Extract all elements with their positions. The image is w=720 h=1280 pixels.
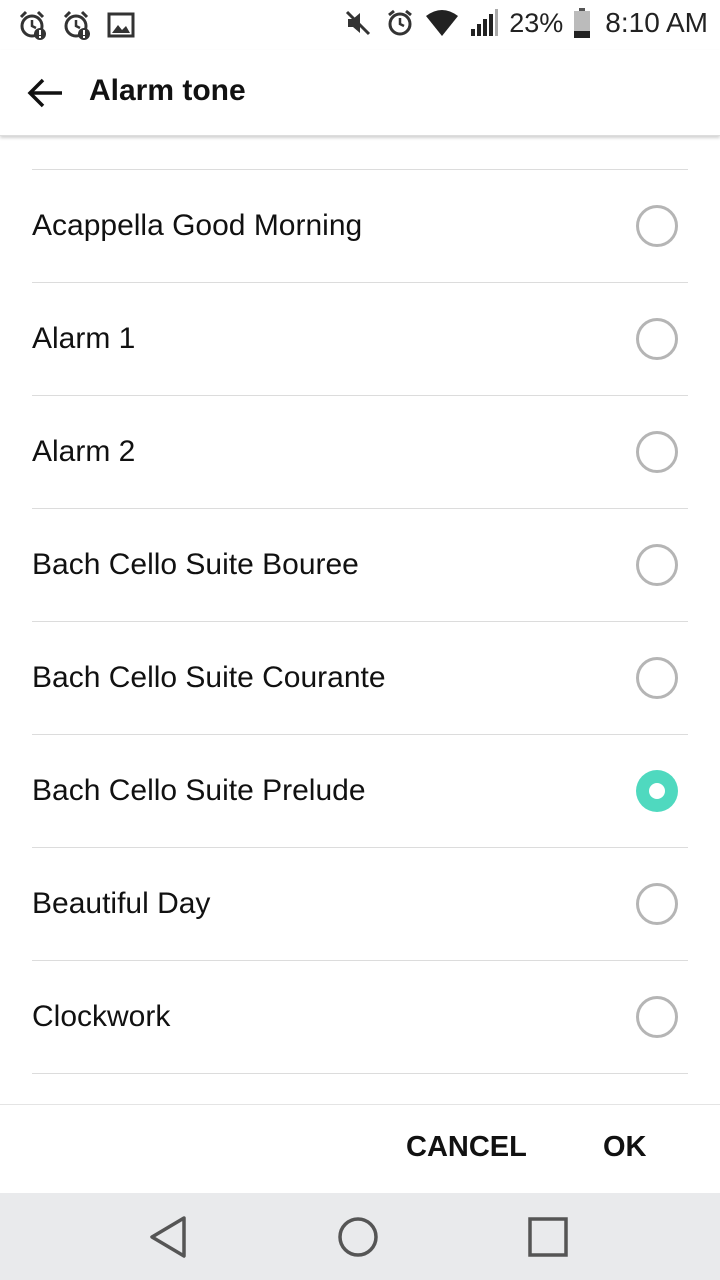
- tone-label: Bach Cello Suite Bouree: [32, 548, 359, 581]
- back-arrow-icon[interactable]: [22, 70, 68, 116]
- list-item[interactable]: Alarm 1: [32, 283, 688, 396]
- radio-button[interactable]: [636, 996, 678, 1038]
- tone-label: Alarm 1: [32, 322, 136, 355]
- page-title: Alarm tone: [89, 74, 246, 107]
- alarm-icon: [383, 6, 417, 40]
- battery-icon: [571, 6, 593, 40]
- cancel-button[interactable]: CANCEL: [406, 1131, 527, 1164]
- status-bar: 23% 8:10 AM: [0, 0, 720, 50]
- radio-button[interactable]: [636, 318, 678, 360]
- signal-icon: [467, 6, 501, 40]
- wifi-icon: [425, 6, 459, 40]
- list-item[interactable]: Bach Cello Suite Courante: [32, 622, 688, 735]
- list-item[interactable]: Bach Cello Suite Prelude: [32, 735, 688, 848]
- app-bar: Alarm tone: [0, 50, 720, 136]
- radio-button[interactable]: [636, 883, 678, 925]
- mute-icon: [341, 6, 375, 40]
- alarm-alert-icon: [60, 8, 94, 42]
- list-item[interactable]: Alarm 2: [32, 396, 688, 509]
- tone-label: Acappella Good Morning: [32, 209, 363, 242]
- list-item[interactable]: Clockwork: [32, 961, 688, 1074]
- system-icons: 23% 8:10 AM: [341, 6, 708, 40]
- clock: 8:10 AM: [605, 7, 708, 38]
- radio-button[interactable]: [636, 431, 678, 473]
- radio-button[interactable]: [636, 657, 678, 699]
- alarm-alert-icon: [16, 8, 50, 42]
- tone-label: Alarm 2: [32, 435, 136, 468]
- image-icon: [104, 8, 138, 42]
- nav-recent-apps-icon[interactable]: [523, 1212, 573, 1262]
- list-item[interactable]: Beautiful Day: [32, 848, 688, 961]
- list-item[interactable]: Bach Cello Suite Bouree: [32, 509, 688, 622]
- tone-label: Bach Cello Suite Prelude: [32, 774, 366, 807]
- list-item[interactable]: Acappella Good Morning: [32, 170, 688, 283]
- tone-label: Clockwork: [32, 1000, 171, 1033]
- ok-button[interactable]: OK: [603, 1131, 647, 1164]
- radio-button[interactable]: [636, 544, 678, 586]
- radio-button[interactable]: [636, 205, 678, 247]
- nav-home-icon[interactable]: [333, 1212, 383, 1262]
- alarm-tone-list[interactable]: Acappella Good Morning Alarm 1 Alarm 2 B…: [0, 136, 720, 1104]
- tone-label: Bach Cello Suite Courante: [32, 661, 386, 694]
- nav-back-icon[interactable]: [143, 1212, 193, 1262]
- radio-button-selected[interactable]: [636, 770, 678, 812]
- battery-percent: 23%: [509, 7, 564, 38]
- notification-icons: [16, 8, 138, 42]
- dialog-button-bar: CANCEL OK: [0, 1104, 720, 1193]
- navigation-bar: [0, 1193, 720, 1280]
- tone-label: Beautiful Day: [32, 887, 211, 920]
